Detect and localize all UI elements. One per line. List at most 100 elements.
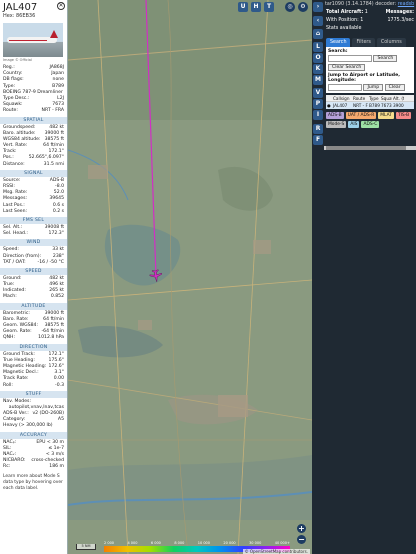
info-row-label: Mach: [3,294,17,300]
section-header[interactable]: DIRECTION [0,343,67,351]
info-row-value: 0.852 [50,294,64,300]
map-button-t[interactable]: T [264,2,274,12]
col-squawk[interactable]: Squawk [380,95,392,101]
scrollbar-thumb[interactable] [326,146,406,150]
aircraft-photo-stripe [9,40,47,41]
tab-columns[interactable]: Columns [376,38,406,47]
info-row: Mach: 0.852 [0,294,67,300]
map-button-u[interactable]: U [238,2,248,12]
info-row-value: -0.3 [55,382,64,388]
sidebar-button-column: › ‹ ⌂ L O K M V P I R F [312,0,324,150]
section-header[interactable]: WIND [0,239,67,247]
info-row: TAT / OAT: -16 / -50 °C [0,260,67,266]
messages-rate: Messages: [385,10,414,15]
altitude-label: 2 000 [104,541,115,545]
sidebar-button-k[interactable]: K [313,64,323,74]
sidebar-button-i[interactable]: I [313,110,323,120]
info-row: QNH: 1012.8 hPa [0,335,67,341]
sidebar-button-f[interactable]: F [313,135,323,145]
sidebar-tabs: Search Filters Columns [326,38,416,47]
altitude-label: 4 000 [127,541,138,545]
info-row-label: Heavy (> 300,000 lb) [3,423,53,429]
col-route[interactable]: Route [352,95,368,101]
info-row: Heavy (> 300,000 lb) [0,423,67,429]
map-canvas[interactable] [68,0,312,554]
info-rows: Reg.: JA868J Country: Japan DB flags: none Typ… [0,65,67,115]
info-row-label: Route: [3,108,18,114]
jump-input[interactable] [328,84,362,91]
sidebar-button-m[interactable]: M [313,75,323,85]
sidebar-button-o[interactable]: O [313,53,323,63]
info-row-value: 1012.8 hPa [38,335,64,341]
version-line: tar1090 (3.14.1784) decoder: readsb [324,0,416,9]
info-row-value: A5 [57,417,64,423]
table-header: Callsign Route Type Squawk Alt. (ft) [326,95,414,102]
map-attribution[interactable]: © OpenStreetMap contributors. [242,549,310,554]
info-row-value: -16 / -50 °C [37,259,64,265]
source-badge: ADS-B [326,112,344,119]
map-button-h[interactable]: H [251,2,261,12]
cell-route: NRT - FRA [353,103,368,108]
jump-label: Jump to Airport or Latitude, Longitude: [328,73,400,83]
section-header[interactable]: SPATIAL [0,116,67,124]
info-row: Distance: 31.5 nmi [0,162,67,168]
cell-type: B789 [369,103,380,108]
sidebar-button-r[interactable]: R [313,124,323,134]
clear-search-button[interactable]: Clear Search [328,64,366,71]
info-row-value: 0.2 s [52,208,64,214]
decoder-link[interactable]: readsb [398,2,414,7]
source-badge: UAT / ADS-R [345,112,377,119]
source-badge: MLAT [378,112,394,119]
map-view[interactable]: U H T ◎ ⚙ + − 5 NM 2 000 4 000 6 000 8 000 1… [68,0,312,554]
section-header[interactable]: SPEED [0,267,67,275]
version-text: tar1090 (3.14.1784) decoder: [325,2,397,7]
stats-row-2: With Position: 1 1775.3/sec [324,17,416,25]
tab-filters[interactable]: Filters [352,38,375,47]
source-badge: TIS-B [395,112,412,119]
table-row[interactable]: ● JAL407 NRT - FRA B789 7673 39000 [326,102,414,109]
aircraft-hex: Hex: 86EB36 [3,13,36,19]
with-position: With Position: 1 [326,18,364,23]
info-row: Route: NRT - FRA [0,108,67,114]
sidebar-button-p[interactable]: P [313,99,323,109]
col-altitude[interactable]: Alt. (ft) [392,95,404,101]
app-root: JAL407 Hex: 86EB36 ✕ Image © Official Re… [0,0,416,554]
search-input[interactable] [328,55,372,62]
horizontal-scrollbar[interactable] [324,146,416,150]
clear-jump-button[interactable]: Clear [384,84,405,91]
sidebar-button-l[interactable]: L [313,42,323,52]
altitude-legend-labels: 2 000 4 000 6 000 8 000 10 000 20 000 30 000 40… [104,541,290,545]
info-row-label: Distance: [3,161,25,167]
sidebar-button-v[interactable]: V [313,88,323,98]
aircraft-photo[interactable] [3,23,63,57]
layers-icon[interactable]: ◎ [285,2,295,12]
info-row: Roll: -0.3 [0,383,67,389]
tab-search[interactable]: Search [326,38,351,47]
aircraft-table: Callsign Route Type Squawk Alt. (ft) ● J… [326,95,414,109]
collapse-sidebar-button[interactable]: ‹ [313,16,323,26]
section-header[interactable]: FMS SEL [0,216,67,224]
jump-button[interactable]: Jump [363,84,384,91]
section-header[interactable]: STUFF [0,390,67,398]
cell-callsign: JAL407 [333,103,348,108]
reset-map-button[interactable]: ⌂ [313,29,323,39]
section-header[interactable]: ACCURACY [0,431,67,439]
stats-available: Stats available [326,26,362,31]
info-row-label: Rc: [3,464,11,470]
section-header[interactable]: SIGNAL [0,169,67,177]
col-type[interactable]: Type [368,95,380,101]
close-icon[interactable]: ✕ [57,2,65,10]
search-panel: Search: Search Clear Search Jump to Airp… [326,47,414,93]
messages-value: 1775.3/sec [387,18,415,23]
altitude-label: 30 000 [249,541,262,545]
zoom-out-button[interactable]: − [297,535,306,544]
expand-sidebar-button[interactable]: › [313,2,323,12]
zoom-in-button[interactable]: + [297,524,306,533]
total-aircraft: Total Aircraft: 1 [326,10,368,15]
gear-icon[interactable]: ⚙ [298,2,308,12]
info-row-value: 172.3° [48,231,64,237]
search-button[interactable]: Search [373,55,398,62]
altitude-label: 8 000 [174,541,185,545]
col-callsign[interactable]: Callsign [332,95,352,101]
section-header[interactable]: ALTITUDE [0,302,67,310]
